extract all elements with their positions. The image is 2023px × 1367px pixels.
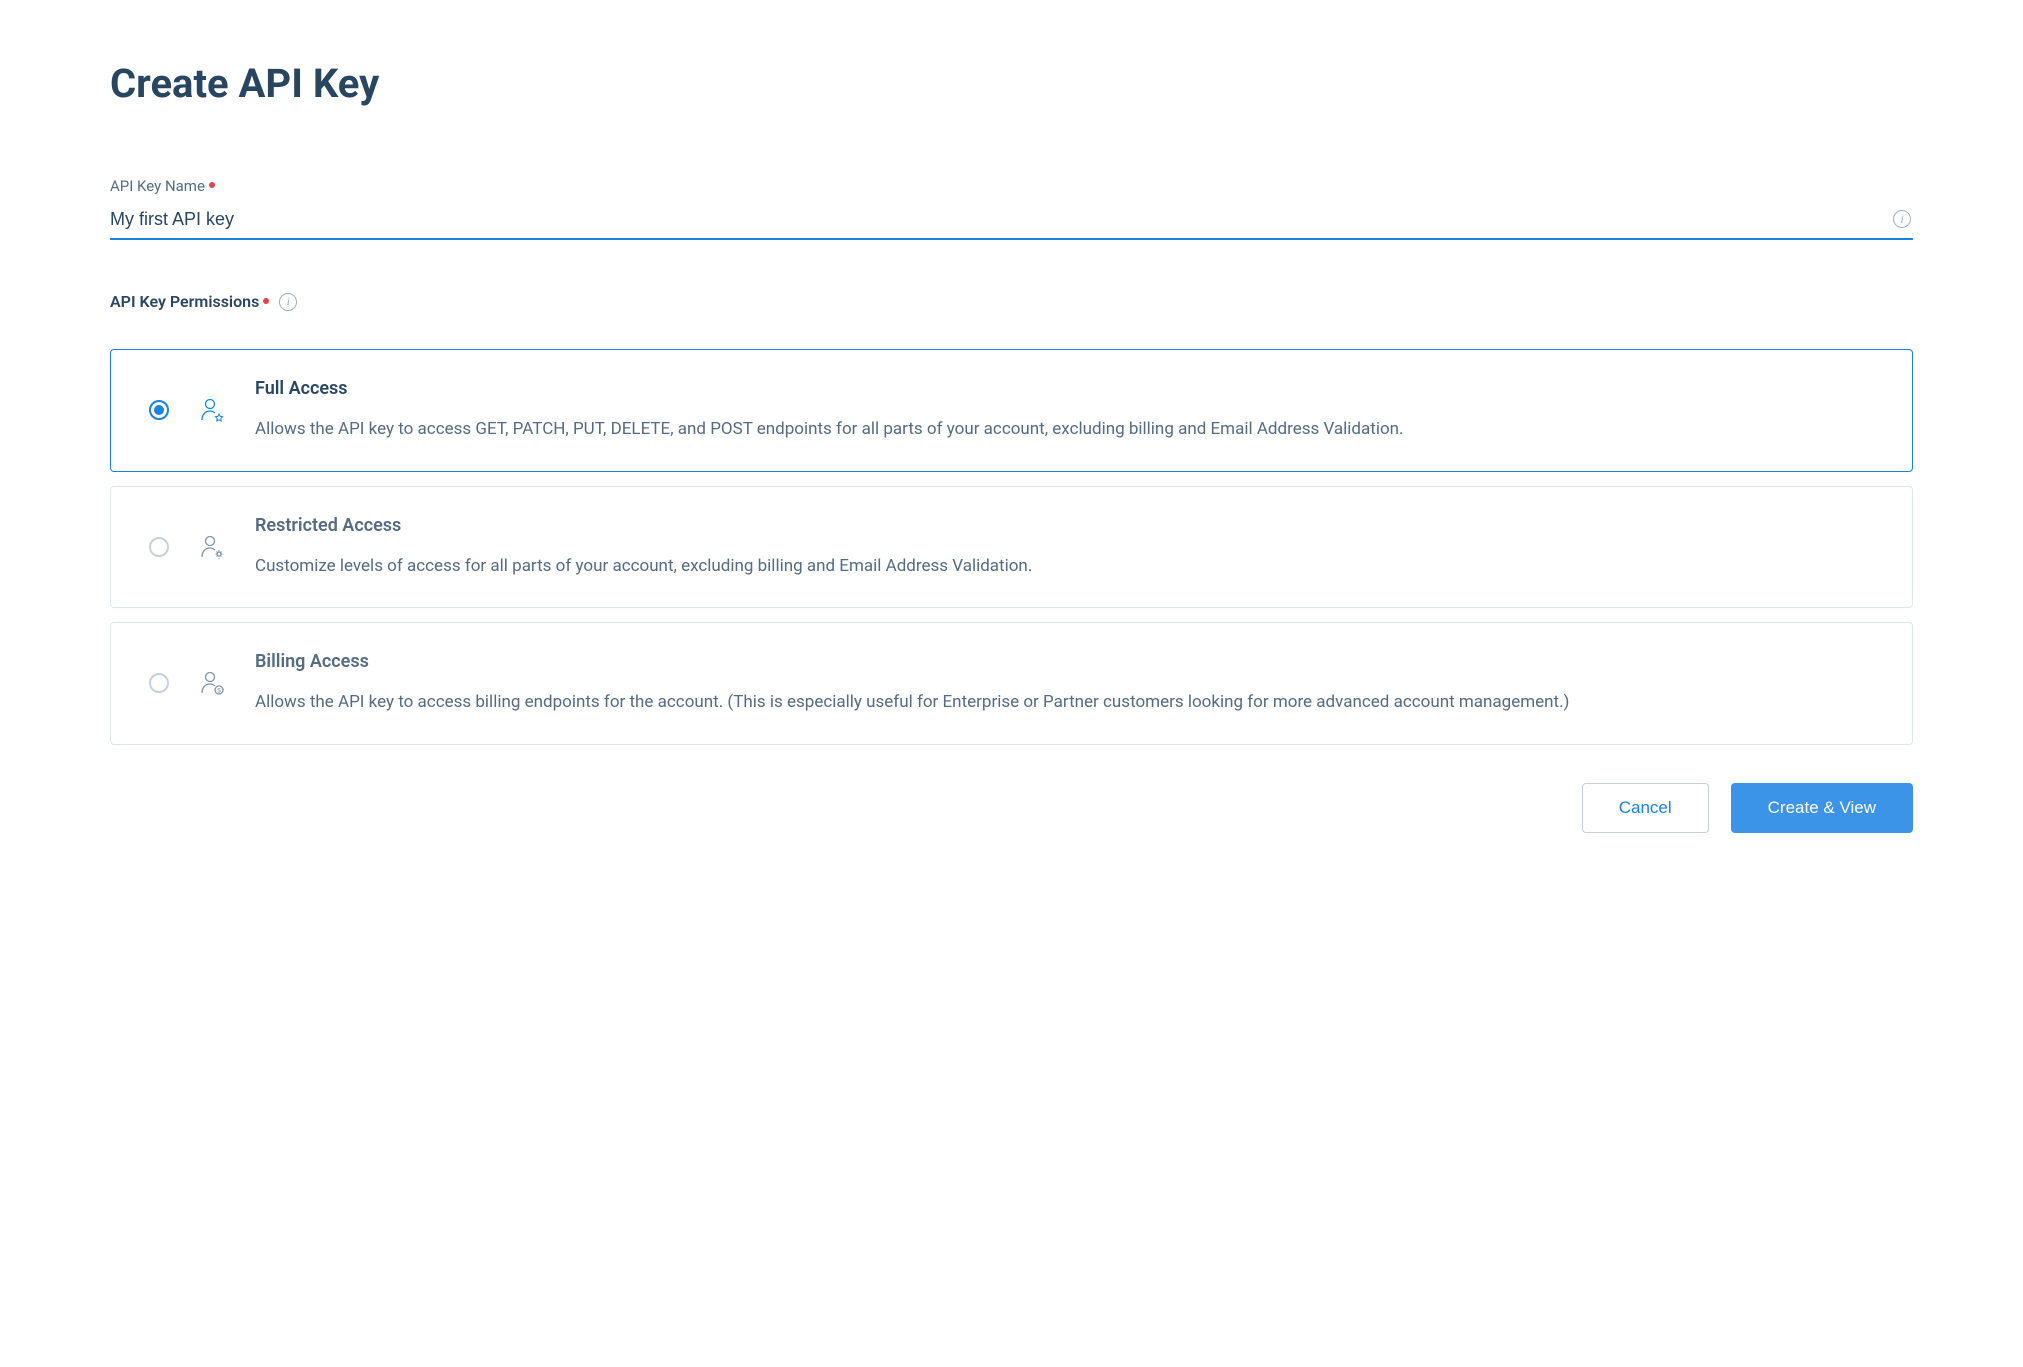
button-row: Cancel Create & View — [110, 783, 1913, 833]
required-indicator-icon — [209, 182, 215, 188]
user-dollar-icon: $ — [197, 669, 227, 697]
api-key-name-input[interactable] — [110, 203, 1913, 240]
create-view-button[interactable]: Create & View — [1731, 783, 1913, 833]
permission-option-restricted-access[interactable]: Restricted Access Customize levels of ac… — [110, 486, 1913, 609]
permissions-label: API Key Permissions — [110, 292, 269, 311]
required-indicator-icon — [263, 298, 269, 304]
api-key-name-field-wrap: API Key Name i — [110, 177, 1913, 240]
option-title: Full Access — [255, 378, 1874, 399]
option-description: Allows the API key to access billing end… — [255, 690, 1874, 716]
option-title: Restricted Access — [255, 515, 1874, 536]
page-title: Create API Key — [110, 60, 1913, 107]
radio-button[interactable] — [149, 400, 169, 420]
permission-option-billing-access[interactable]: $ Billing Access Allows the API key to a… — [110, 622, 1913, 745]
api-key-name-label: API Key Name — [110, 177, 1913, 195]
user-gear-icon — [197, 533, 227, 561]
option-description: Allows the API key to access GET, PATCH,… — [255, 417, 1874, 443]
option-description: Customize levels of access for all parts… — [255, 554, 1874, 580]
info-icon[interactable]: i — [279, 293, 297, 311]
permission-option-full-access[interactable]: Full Access Allows the API key to access… — [110, 349, 1913, 472]
radio-button[interactable] — [149, 537, 169, 557]
option-text: Billing Access Allows the API key to acc… — [255, 651, 1874, 716]
permissions-label-row: API Key Permissions i — [110, 292, 1913, 311]
cancel-button[interactable]: Cancel — [1582, 783, 1709, 833]
api-key-name-label-text: API Key Name — [110, 177, 205, 195]
user-star-icon — [197, 396, 227, 424]
option-text: Full Access Allows the API key to access… — [255, 378, 1874, 443]
info-icon[interactable]: i — [1893, 210, 1911, 228]
permissions-label-text: API Key Permissions — [110, 292, 259, 311]
radio-button[interactable] — [149, 673, 169, 693]
option-title: Billing Access — [255, 651, 1874, 672]
option-text: Restricted Access Customize levels of ac… — [255, 515, 1874, 580]
